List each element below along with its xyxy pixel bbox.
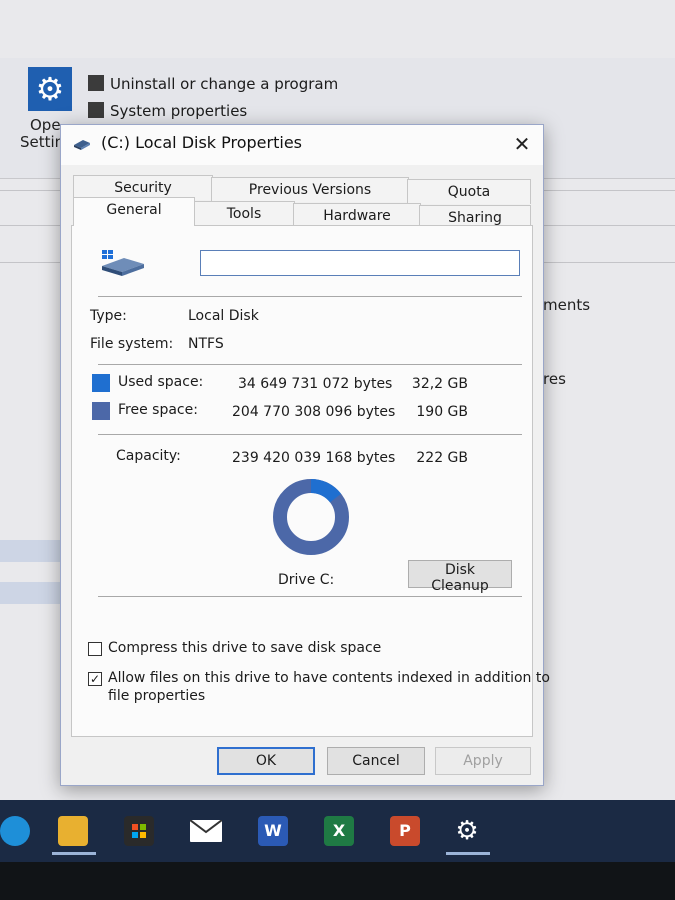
file-system-label: File system: xyxy=(90,336,174,352)
used-space-label: Used space: xyxy=(118,374,204,390)
free-space-swatch xyxy=(92,402,110,420)
used-space-gb: 32,2 GB xyxy=(411,376,468,392)
free-space-gb: 190 GB xyxy=(416,404,468,420)
general-tab-panel: Type: Local Disk File system: NTFS Used … xyxy=(71,225,550,737)
type-label: Type: xyxy=(90,308,127,324)
open-settings-label-fragment: Ope xyxy=(30,116,61,134)
right-text-fragment: res xyxy=(543,370,566,388)
file-explorer-icon[interactable] xyxy=(58,816,88,846)
tab-previous-versions[interactable]: Previous Versions xyxy=(211,177,409,202)
uninstall-program-link[interactable]: Uninstall or change a program xyxy=(88,75,338,93)
list-row-highlight xyxy=(0,582,60,604)
monitor-bezel xyxy=(0,862,675,900)
system-icon xyxy=(88,102,104,118)
ok-button[interactable]: OK xyxy=(217,747,315,775)
envelope-icon xyxy=(189,819,223,834)
programs-icon xyxy=(88,75,104,91)
apply-button[interactable]: Apply xyxy=(435,747,531,775)
cancel-button[interactable]: Cancel xyxy=(327,747,425,775)
local-disk-properties-dialog: (C:) Local Disk Properties ✕ Security Pr… xyxy=(60,124,550,786)
capacity-label: Capacity: xyxy=(116,448,181,464)
active-app-indicator xyxy=(52,852,96,855)
separator xyxy=(98,434,522,435)
tab-tools[interactable]: Tools xyxy=(193,201,295,226)
active-app-indicator xyxy=(446,852,490,855)
compress-drive-checkbox[interactable] xyxy=(88,642,102,656)
excel-icon[interactable]: X xyxy=(324,816,354,846)
index-contents-checkbox[interactable]: ✓ xyxy=(88,672,102,686)
dialog-titlebar[interactable]: (C:) Local Disk Properties ✕ xyxy=(61,125,543,165)
dialog-title: (C:) Local Disk Properties xyxy=(101,133,302,152)
index-contents-label-line1: Allow files on this drive to have conten… xyxy=(108,670,550,686)
powerpoint-icon[interactable]: P xyxy=(390,816,420,846)
type-value: Local Disk xyxy=(188,308,259,324)
used-space-bytes: 34 649 731 072 bytes xyxy=(238,376,393,392)
edge-icon[interactable] xyxy=(0,816,30,846)
mail-icon[interactable] xyxy=(189,819,223,842)
file-system-value: NTFS xyxy=(188,336,224,352)
compress-drive-label: Compress this drive to save disk space xyxy=(108,640,382,656)
free-space-bytes: 204 770 308 096 bytes xyxy=(232,404,396,420)
free-space-label: Free space: xyxy=(118,402,198,418)
tab-general[interactable]: General xyxy=(73,197,195,226)
drive-label: Drive C: xyxy=(278,572,335,588)
store-tiles-icon xyxy=(132,824,146,838)
word-icon[interactable]: W xyxy=(258,816,288,846)
separator xyxy=(98,364,522,365)
disk-usage-donut-chart xyxy=(273,479,349,555)
settings-gear-icon[interactable]: ⚙ xyxy=(28,67,72,111)
settings-icon[interactable]: ⚙ xyxy=(452,816,482,846)
capacity-gb: 222 GB xyxy=(416,450,468,466)
store-icon[interactable] xyxy=(124,816,154,846)
disk-cleanup-button[interactable]: Disk Cleanup xyxy=(408,560,512,594)
separator xyxy=(98,596,522,597)
volume-label-input[interactable] xyxy=(200,250,520,276)
close-button[interactable]: ✕ xyxy=(509,131,535,157)
index-contents-label-line2: file properties xyxy=(108,688,206,704)
tab-quota[interactable]: Quota xyxy=(407,179,531,204)
right-text-fragment: ments xyxy=(543,296,591,314)
capacity-bytes: 239 420 039 168 bytes xyxy=(232,450,396,466)
drive-icon xyxy=(74,140,90,150)
list-row-highlight xyxy=(0,540,60,562)
settings-label-fragment: Settin xyxy=(20,133,65,151)
local-disk-icon xyxy=(102,250,144,276)
system-properties-link[interactable]: System properties xyxy=(88,102,247,120)
used-space-swatch xyxy=(92,374,110,392)
separator xyxy=(98,296,522,297)
